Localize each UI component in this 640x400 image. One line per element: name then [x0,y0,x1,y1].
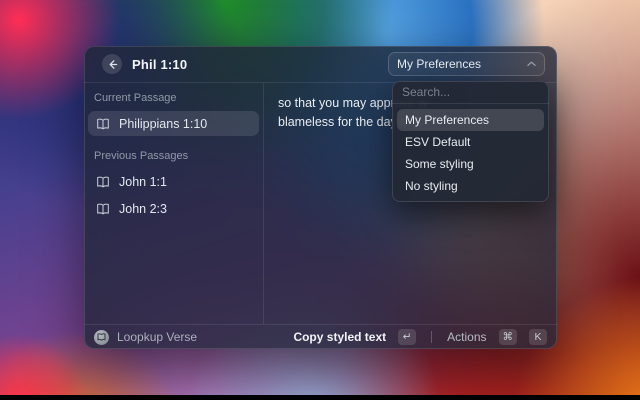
cmd-key-badge[interactable]: ⌘ [499,329,518,345]
option-some-styling[interactable]: Some styling [397,153,544,175]
style-select-value: My Preferences [397,57,481,71]
extension-icon [94,330,109,345]
sidebar-item-john-2-3[interactable]: John 2:3 [88,196,259,221]
open-book-icon [96,118,110,130]
sidebar-item-philippians-1-10[interactable]: Philippians 1:10 [88,111,259,136]
dropdown-search-input[interactable] [392,81,549,104]
app-window: Phil 1:10 My Preferences Current Passage… [84,46,557,349]
option-no-styling[interactable]: No styling [397,175,544,197]
actions-menu-button[interactable]: Actions [447,330,486,344]
chevron-up-icon [527,61,536,67]
style-dropdown-panel: My Preferences ESV Default Some styling … [392,81,549,202]
window-header: Phil 1:10 My Preferences [84,46,557,83]
arrow-left-icon [107,59,118,70]
sidebar-item-label: John 1:1 [119,175,167,189]
page-title: Phil 1:10 [132,57,187,72]
footer-divider [431,331,432,343]
sidebar: Current Passage Philippians 1:10 Previou… [84,83,264,324]
status-bar: Loopkup Verse Copy styled text ↵ Actions… [84,324,557,349]
section-label-current-passage: Current Passage [88,92,259,104]
command-name: Loopkup Verse [117,330,197,344]
sidebar-item-john-1-1[interactable]: John 1:1 [88,169,259,194]
open-book-icon [96,203,110,215]
dropdown-options: My Preferences ESV Default Some styling … [392,104,549,202]
back-button[interactable] [102,54,122,74]
open-book-icon [96,176,110,188]
k-key-badge[interactable]: K [529,329,547,345]
section-label-previous-passages: Previous Passages [88,150,259,162]
sidebar-item-label: John 2:3 [119,202,167,216]
option-my-preferences[interactable]: My Preferences [397,109,544,131]
sidebar-item-label: Philippians 1:10 [119,117,207,131]
copy-styled-text-action[interactable]: Copy styled text [293,330,386,344]
return-key-badge[interactable]: ↵ [398,329,416,345]
style-select[interactable]: My Preferences [388,52,545,76]
option-esv-default[interactable]: ESV Default [397,131,544,153]
screen-bottom-letterbox [0,395,640,400]
